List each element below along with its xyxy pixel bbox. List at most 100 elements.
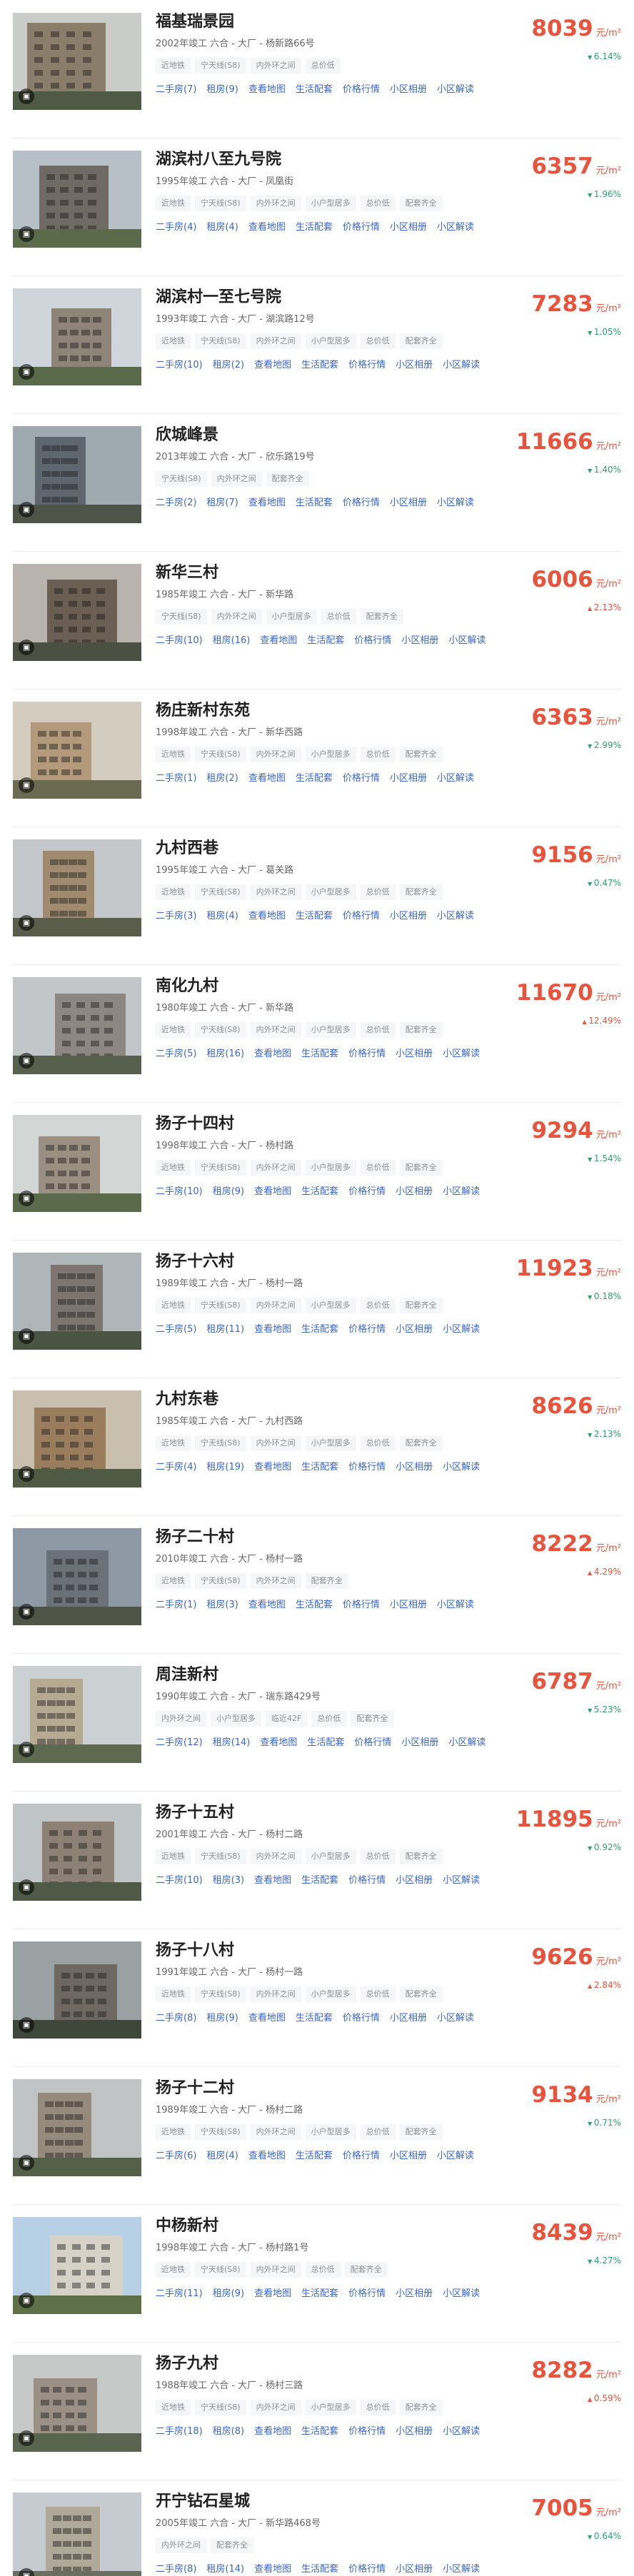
album-link[interactable]: 小区相册 [396, 2287, 433, 2301]
community-name[interactable]: 九村西巷 [156, 838, 513, 859]
resale-link[interactable]: 二手房(8) [156, 2562, 196, 2576]
amenities-link[interactable]: 生活配套 [301, 2562, 338, 2576]
album-link[interactable]: 小区相册 [396, 1185, 433, 1199]
analysis-link[interactable]: 小区解读 [443, 1047, 480, 1061]
analysis-link[interactable]: 小区解读 [437, 1598, 474, 1612]
community-card[interactable]: ▣ 扬子十六村 1989年竣工 六合 - 大厂 - 杨村一路 近地铁 宁天线(S8) 内外… [0, 1240, 634, 1378]
price-trend-link[interactable]: 价格行情 [343, 221, 380, 235]
resale-link[interactable]: 二手房(6) [156, 2149, 196, 2163]
community-name[interactable]: 杨庄新村东苑 [156, 700, 513, 722]
analysis-link[interactable]: 小区解读 [443, 358, 480, 373]
community-photo[interactable]: ▣ [13, 2217, 141, 2314]
resale-link[interactable]: 二手房(1) [156, 1598, 196, 1612]
price-trend-link[interactable]: 价格行情 [348, 358, 386, 373]
community-name[interactable]: 扬子十五村 [156, 1802, 513, 1824]
amenities-link[interactable]: 生活配套 [296, 221, 333, 235]
album-link[interactable]: 小区相册 [401, 634, 438, 648]
amenities-link[interactable]: 生活配套 [301, 358, 338, 373]
resale-link[interactable]: 二手房(10) [156, 1874, 203, 1888]
community-card[interactable]: ▣ 九村东巷 1985年竣工 六合 - 大厂 - 九村西路 近地铁 宁天线(S8) 内外环… [0, 1378, 634, 1515]
album-link[interactable]: 小区相册 [390, 909, 427, 924]
rental-link[interactable]: 租房(2) [206, 772, 238, 786]
rental-link[interactable]: 租房(3) [213, 1874, 244, 1888]
community-photo[interactable]: ▣ [13, 1804, 141, 1901]
analysis-link[interactable]: 小区解读 [437, 2011, 474, 2026]
community-card[interactable]: ▣ 扬子十八村 1991年竣工 六合 - 大厂 - 杨村一路 近地铁 宁天线(S8) 内外… [0, 1929, 634, 2066]
amenities-link[interactable]: 生活配套 [296, 2149, 333, 2163]
map-link[interactable]: 查看地图 [248, 2011, 286, 2026]
analysis-link[interactable]: 小区解读 [448, 634, 485, 648]
community-card[interactable]: ▣ 中杨新村 1998年竣工 六合 - 大厂 - 杨村路1号 近地铁 宁天线(S8) 内外… [0, 2204, 634, 2342]
amenities-link[interactable]: 生活配套 [301, 1323, 338, 1337]
resale-link[interactable]: 二手房(11) [156, 2287, 203, 2301]
community-photo[interactable]: ▣ [13, 2355, 141, 2452]
analysis-link[interactable]: 小区解读 [443, 2425, 480, 2439]
amenities-link[interactable]: 生活配套 [301, 1047, 338, 1061]
resale-link[interactable]: 二手房(8) [156, 2011, 196, 2026]
analysis-link[interactable]: 小区解读 [443, 1323, 480, 1337]
analysis-link[interactable]: 小区解读 [443, 1460, 480, 1475]
community-name[interactable]: 湖滨村一至七号院 [156, 287, 513, 308]
analysis-link[interactable]: 小区解读 [443, 1185, 480, 1199]
community-card[interactable]: ▣ 扬子二十村 2010年竣工 六合 - 大厂 - 杨村一路 近地铁 宁天线(S8) 内外… [0, 1515, 634, 1653]
community-name[interactable]: 扬子十六村 [156, 1251, 513, 1273]
resale-link[interactable]: 二手房(4) [156, 221, 196, 235]
amenities-link[interactable]: 生活配套 [301, 2425, 338, 2439]
analysis-link[interactable]: 小区解读 [437, 221, 474, 235]
album-link[interactable]: 小区相册 [390, 2149, 427, 2163]
community-photo[interactable]: ▣ [13, 1115, 141, 1212]
community-name[interactable]: 新华三村 [156, 562, 513, 584]
community-photo[interactable]: ▣ [13, 702, 141, 799]
amenities-link[interactable]: 生活配套 [296, 2011, 333, 2026]
map-link[interactable]: 查看地图 [260, 634, 297, 648]
amenities-link[interactable]: 生活配套 [296, 496, 333, 510]
community-photo[interactable]: ▣ [13, 288, 141, 385]
album-link[interactable]: 小区相册 [390, 772, 427, 786]
community-photo[interactable]: ▣ [13, 151, 141, 248]
community-photo[interactable]: ▣ [13, 2079, 141, 2176]
price-trend-link[interactable]: 价格行情 [348, 1047, 386, 1061]
community-name[interactable]: 福基瑞景园 [156, 11, 513, 33]
community-name[interactable]: 南化九村 [156, 976, 513, 997]
community-photo[interactable]: ▣ [13, 13, 141, 110]
price-trend-link[interactable]: 价格行情 [348, 1185, 386, 1199]
community-photo[interactable]: ▣ [13, 1253, 141, 1350]
community-card[interactable]: ▣ 湖滨村一至七号院 1993年竣工 六合 - 大厂 - 湖滨路12号 近地铁 宁天线(… [0, 276, 634, 413]
album-link[interactable]: 小区相册 [390, 83, 427, 97]
community-photo[interactable]: ▣ [13, 839, 141, 936]
map-link[interactable]: 查看地图 [254, 2287, 291, 2301]
community-card[interactable]: ▣ 新华三村 1985年竣工 六合 - 大厂 - 新华路 宁天线(S8) 内外环之间 小户… [0, 551, 634, 689]
price-trend-link[interactable]: 价格行情 [348, 2425, 386, 2439]
community-card[interactable]: ▣ 开宁钻石星城 2005年竣工 六合 - 大厂 - 新华路468号 内外环之间 配套齐… [0, 2480, 634, 2576]
analysis-link[interactable]: 小区解读 [437, 909, 474, 924]
rental-link[interactable]: 租房(11) [206, 1323, 244, 1337]
community-card[interactable]: ▣ 扬子十四村 1998年竣工 六合 - 大厂 - 杨村路 近地铁 宁天线(S8) 内外环… [0, 1102, 634, 1240]
rental-link[interactable]: 租房(4) [206, 221, 238, 235]
community-name[interactable]: 开宁钻石星城 [156, 2491, 513, 2512]
price-trend-link[interactable]: 价格行情 [343, 1598, 380, 1612]
map-link[interactable]: 查看地图 [248, 496, 286, 510]
price-trend-link[interactable]: 价格行情 [343, 909, 380, 924]
rental-link[interactable]: 租房(2) [213, 358, 244, 373]
map-link[interactable]: 查看地图 [254, 2562, 291, 2576]
amenities-link[interactable]: 生活配套 [301, 1185, 338, 1199]
community-photo[interactable]: ▣ [13, 426, 141, 523]
amenities-link[interactable]: 生活配套 [301, 1874, 338, 1888]
resale-link[interactable]: 二手房(18) [156, 2425, 203, 2439]
community-photo[interactable]: ▣ [13, 977, 141, 1074]
resale-link[interactable]: 二手房(2) [156, 496, 196, 510]
resale-link[interactable]: 二手房(4) [156, 1460, 196, 1475]
price-trend-link[interactable]: 价格行情 [348, 1460, 386, 1475]
price-trend-link[interactable]: 价格行情 [354, 1736, 391, 1750]
price-trend-link[interactable]: 价格行情 [348, 2287, 386, 2301]
album-link[interactable]: 小区相册 [396, 1460, 433, 1475]
rental-link[interactable]: 租房(4) [206, 909, 238, 924]
price-trend-link[interactable]: 价格行情 [354, 634, 391, 648]
album-link[interactable]: 小区相册 [396, 1323, 433, 1337]
price-trend-link[interactable]: 价格行情 [343, 772, 380, 786]
analysis-link[interactable]: 小区解读 [437, 772, 474, 786]
price-trend-link[interactable]: 价格行情 [343, 2011, 380, 2026]
map-link[interactable]: 查看地图 [254, 358, 291, 373]
community-card[interactable]: ▣ 扬子十五村 2001年竣工 六合 - 大厂 - 杨村二路 近地铁 宁天线(S8) 内外… [0, 1791, 634, 1929]
amenities-link[interactable]: 生活配套 [296, 83, 333, 97]
